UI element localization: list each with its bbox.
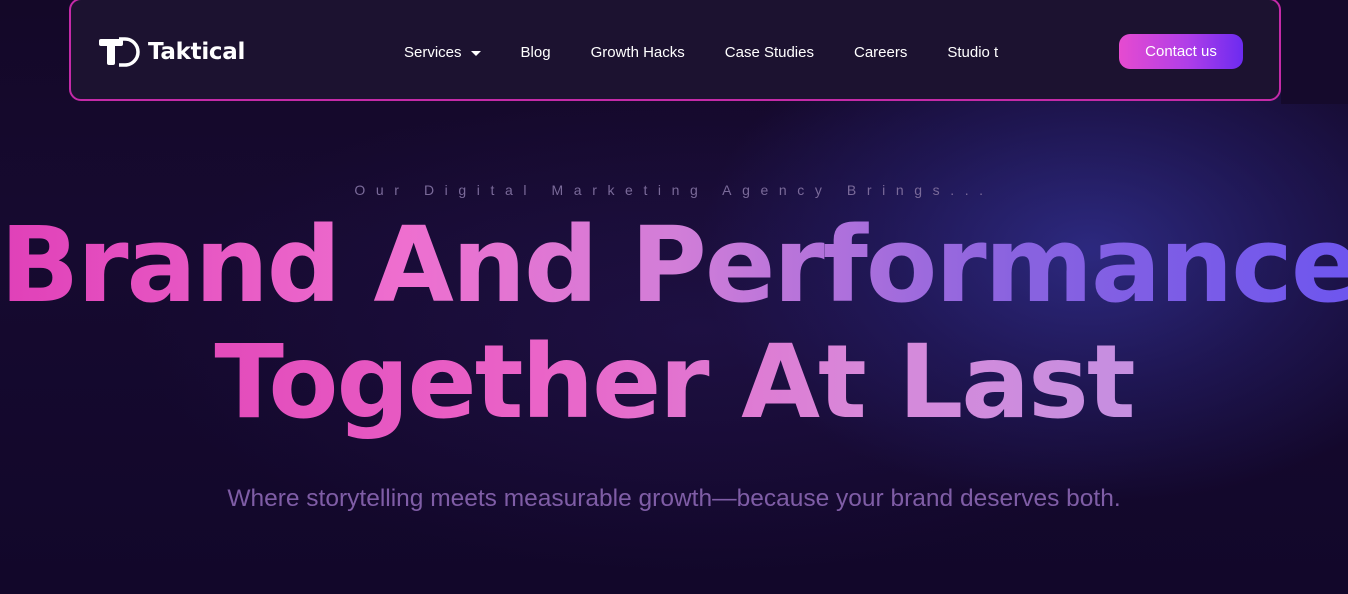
nav-item-label: Case Studies — [724, 43, 814, 61]
navbar: Taktical Services Blog Growth Hacks Case… — [69, 0, 1281, 101]
chevron-down-icon[interactable] — [470, 50, 481, 56]
nav-item-label: Services — [404, 43, 462, 61]
nav-item-label: Studio t — [947, 43, 999, 61]
main-navigation: Services Blog Growth Hacks Case Studies … — [404, 40, 1038, 64]
hero-eyebrow: Our Digital Marketing Agency Brings... — [354, 182, 994, 198]
navbar-edge — [1281, 0, 1348, 104]
nav-item-case-studies[interactable]: Case Studies — [725, 44, 814, 61]
contact-us-button[interactable]: Contact us — [1119, 34, 1243, 69]
nav-item-growth-hacks[interactable]: Growth Hacks — [591, 44, 685, 61]
taktical-logo-icon — [99, 37, 140, 67]
brand-name: Taktical — [148, 39, 246, 65]
nav-item-label: Careers — [853, 43, 908, 61]
nav-item-blog[interactable]: Blog — [521, 44, 551, 61]
hero-headline-line-1: Brand And Performance — [0, 204, 1348, 326]
nav-item-studio-t[interactable]: Studio t — [947, 44, 998, 61]
brand-logo[interactable]: Taktical — [99, 37, 245, 67]
hero-headline-line-2: Together At Last — [0, 324, 1348, 442]
nav-item-label: Blog — [520, 43, 551, 61]
nav-item-careers[interactable]: Careers — [854, 44, 907, 61]
nav-item-services[interactable]: Services — [404, 44, 481, 61]
hero-headline: Brand And Performance Together At Last — [0, 206, 1348, 442]
hero-subheadline: Where storytelling meets measurable grow… — [227, 485, 1121, 512]
nav-item-label: Growth Hacks — [590, 43, 685, 61]
